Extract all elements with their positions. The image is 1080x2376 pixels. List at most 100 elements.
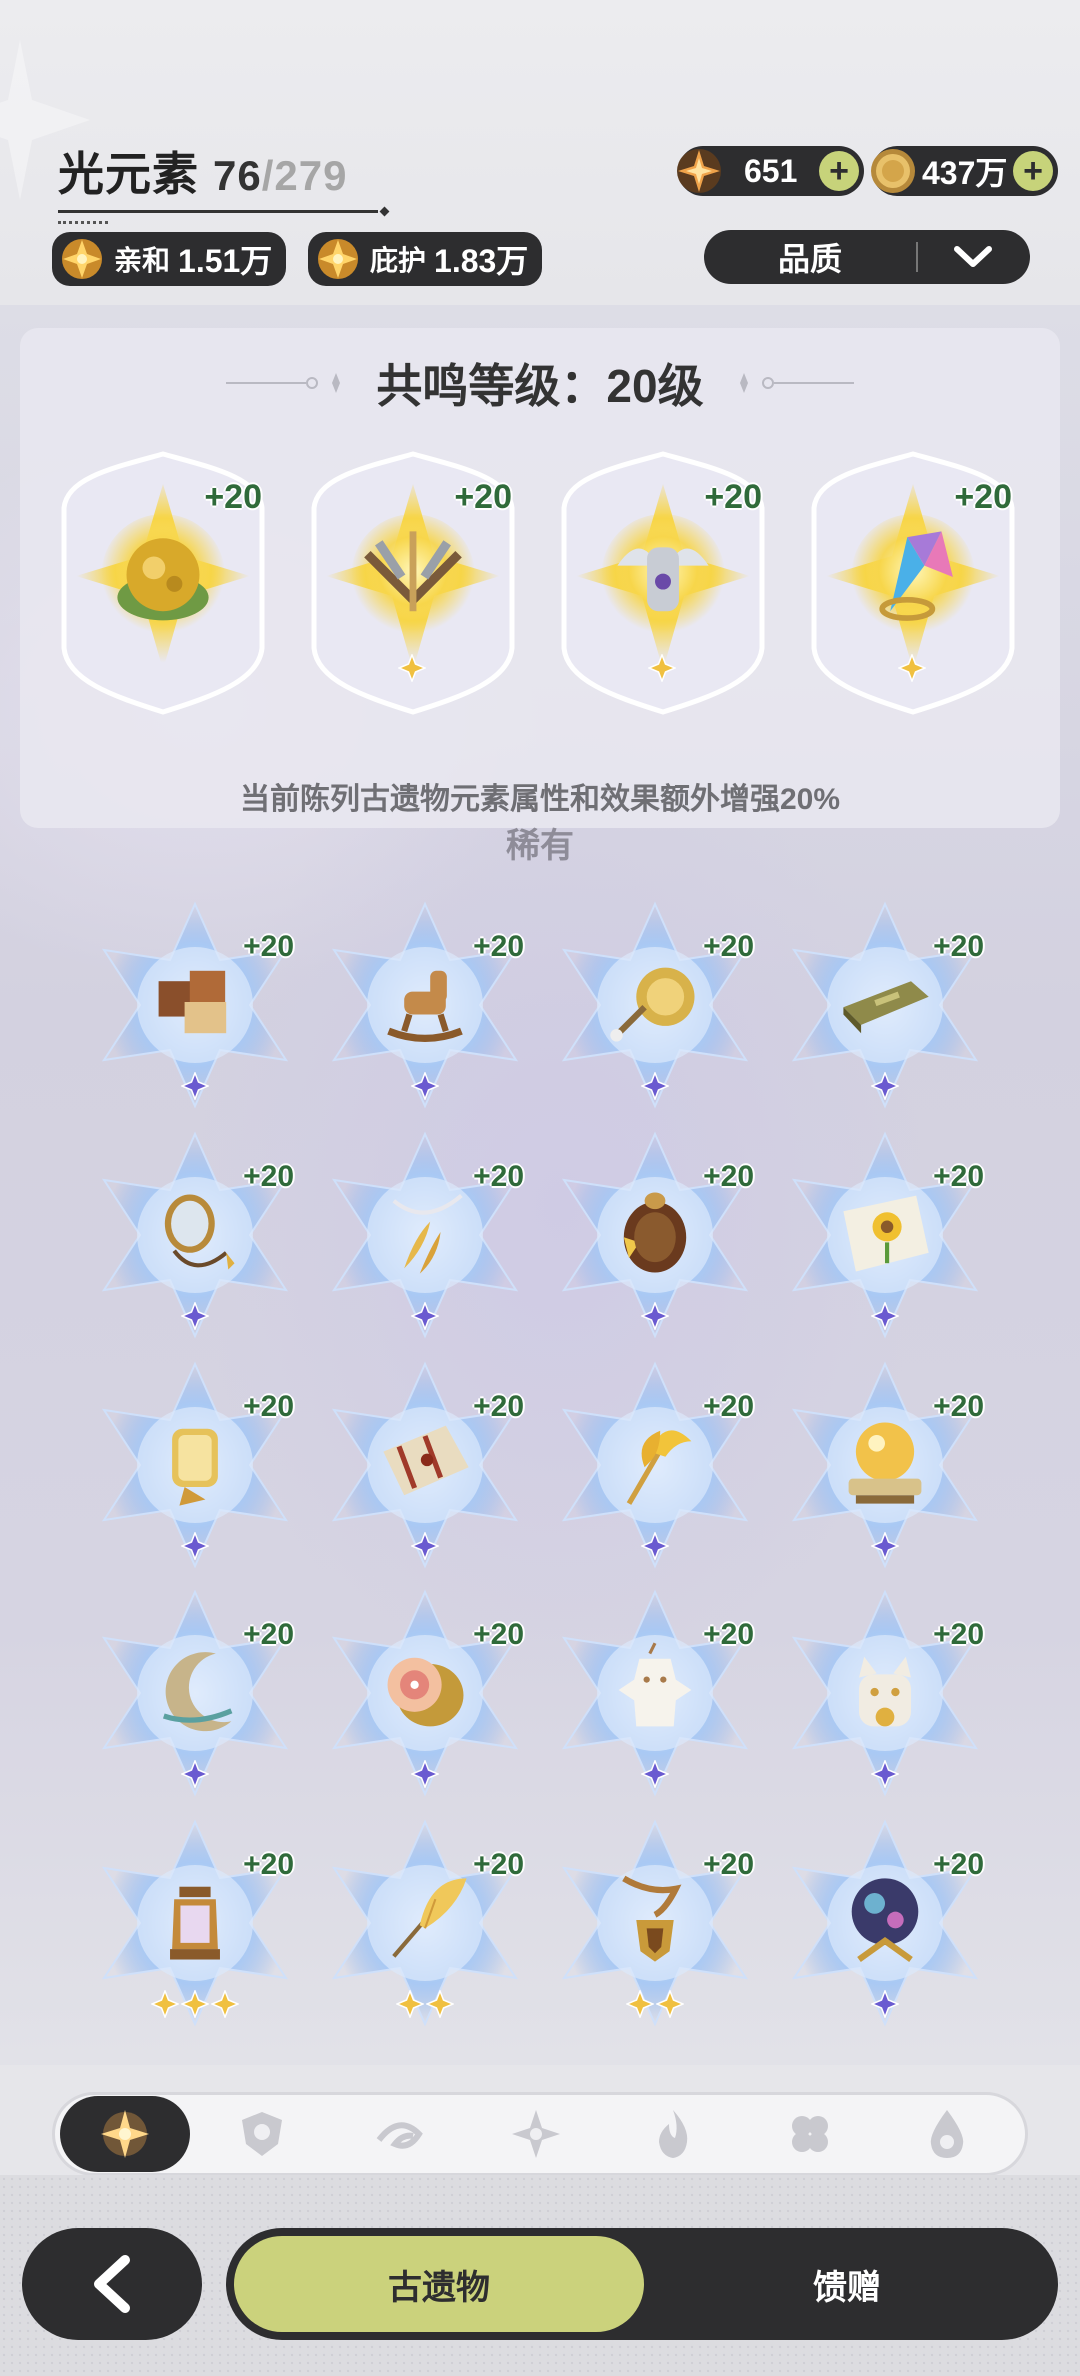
element-tab[interactable]: [471, 2096, 601, 2172]
resonance-card[interactable]: +20: [304, 448, 522, 718]
winged-crossbow-icon: [356, 520, 470, 634]
relic-item[interactable]: +20: [780, 1818, 990, 2028]
rarity-star-icon: [150, 1988, 180, 2020]
relic-item[interactable]: +20: [320, 1588, 530, 1798]
relic-item[interactable]: +20: [90, 1818, 300, 2028]
paper-lantern-icon: [143, 1410, 247, 1514]
feather-necklace-icon: [373, 1180, 477, 1284]
light-element-icon: [314, 235, 362, 283]
element-tab[interactable]: [745, 2096, 875, 2172]
element-tab[interactable]: [882, 2096, 1012, 2172]
gold-coin-icon: [871, 149, 915, 193]
level-bonus: +20: [473, 1618, 524, 1651]
wind-element-icon: [376, 2122, 423, 2149]
title-dots: [58, 221, 108, 224]
relic-item[interactable]: +20: [90, 1360, 300, 1570]
relic-item[interactable]: +20: [550, 1360, 760, 1570]
relic-item[interactable]: +20: [780, 1588, 990, 1798]
rocking-horse-icon: [373, 950, 477, 1054]
relic-item[interactable]: +20: [550, 1818, 760, 2028]
level-bonus: +20: [703, 930, 754, 963]
gold-coin-currency[interactable]: 437万 +: [871, 146, 1058, 196]
relic-item[interactable]: +20: [90, 1588, 300, 1798]
element-tab[interactable]: [197, 2096, 327, 2172]
element-tab[interactable]: [60, 2096, 190, 2172]
rarity-star-icon: [180, 1758, 210, 1790]
gong-icon: [603, 950, 707, 1054]
sunflower-scroll-icon: [833, 1180, 937, 1284]
relic-item[interactable]: +20: [550, 1130, 760, 1340]
quality-filter-dropdown[interactable]: 品质: [704, 230, 1030, 284]
tab-gifts[interactable]: 馈赠: [644, 2236, 1050, 2332]
light-element-icon: [58, 235, 106, 283]
rarity-star-icon: [395, 1988, 425, 2020]
fruit-drum-icon: [373, 1638, 477, 1742]
relic-item[interactable]: +20: [320, 1130, 530, 1340]
rarity-star-icon: [870, 1988, 900, 2020]
relic-item[interactable]: +20: [320, 900, 530, 1110]
star-gem-icon: [677, 149, 721, 193]
rarity-star-icon: [640, 1300, 670, 1332]
add-gold-coin-button[interactable]: +: [1013, 151, 1053, 191]
element-tab[interactable]: [608, 2096, 738, 2172]
rarity-star-icon: [410, 1070, 440, 1102]
add-star-gem-button[interactable]: +: [819, 151, 859, 191]
star-gem-currency[interactable]: 651 +: [677, 146, 864, 196]
rarity-stars: [780, 1758, 990, 1790]
sealed-scroll-icon: [373, 1410, 477, 1514]
rarity-stars: [550, 1070, 760, 1102]
rarity-stars: [320, 1070, 530, 1102]
level-bonus: +20: [703, 1160, 754, 1193]
element-tab[interactable]: [334, 2096, 464, 2172]
back-button[interactable]: [22, 2228, 202, 2340]
relic-item[interactable]: +20: [320, 1818, 530, 2028]
affinity-value: 1.51万: [178, 243, 273, 279]
rarity-stars: [320, 1530, 530, 1562]
level-bonus: +20: [933, 1848, 984, 1881]
level-bonus: +20: [473, 1160, 524, 1193]
rarity-star-icon: [410, 1300, 440, 1332]
rarity-star-icon: [397, 652, 428, 684]
affinity-chip[interactable]: 亲和 1.51万: [52, 232, 287, 286]
affinity-label: 亲和: [114, 245, 171, 276]
rarity-star-icon: [210, 1988, 240, 2020]
level-bonus: +20: [204, 478, 262, 516]
rarity-star-icon: [640, 1530, 670, 1562]
rarity-star-icon: [180, 1070, 210, 1102]
relic-item[interactable]: +20: [780, 900, 990, 1110]
relic-item[interactable]: +20: [550, 900, 760, 1110]
level-bonus: +20: [243, 1160, 294, 1193]
quill-pen-icon: [373, 1868, 477, 1972]
rarity-stars: [550, 1300, 760, 1332]
resonance-card[interactable]: +20: [554, 448, 772, 718]
relic-item[interactable]: +20: [90, 1130, 300, 1340]
rarity-star-icon: [180, 1300, 210, 1332]
shield-amulet-icon: [603, 1868, 707, 1972]
resonance-card[interactable]: +20: [804, 448, 1022, 718]
rarity-star-icon: [647, 652, 678, 684]
crystal-ball-stand-icon: [833, 1410, 937, 1514]
rarity-stars: [90, 1300, 300, 1332]
relic-item[interactable]: +20: [320, 1360, 530, 1570]
gold-coin-value: 437万: [922, 155, 1008, 191]
rarity-star-icon: [655, 1988, 685, 2020]
resonance-card[interactable]: +20: [54, 448, 272, 718]
level-bonus: +20: [703, 1848, 754, 1881]
level-bonus: +20: [243, 1618, 294, 1651]
protection-value: 1.83万: [434, 243, 529, 279]
level-bonus: +20: [454, 478, 512, 516]
relic-item[interactable]: +20: [780, 1130, 990, 1340]
relic-item[interactable]: +20: [780, 1360, 990, 1570]
rarity-stars: [90, 1530, 300, 1562]
relic-item[interactable]: +20: [90, 900, 300, 1110]
rarity-star-icon: [640, 1758, 670, 1790]
rarity-star-icon: [897, 652, 928, 684]
level-bonus: +20: [933, 1160, 984, 1193]
tab-relics[interactable]: 古遗物: [234, 2236, 644, 2332]
hand-mirror-icon: [143, 1180, 247, 1284]
protection-chip[interactable]: 庇护 1.83万: [308, 232, 543, 286]
resonance-panel: 共鸣等级：20级 +20 +20 +20 +20 当前陈列古遗物元素属性和效果额…: [20, 328, 1060, 828]
rarity-stars: [320, 1758, 530, 1790]
page-title: 光元素 76/279: [58, 138, 378, 204]
relic-item[interactable]: +20: [550, 1588, 760, 1798]
